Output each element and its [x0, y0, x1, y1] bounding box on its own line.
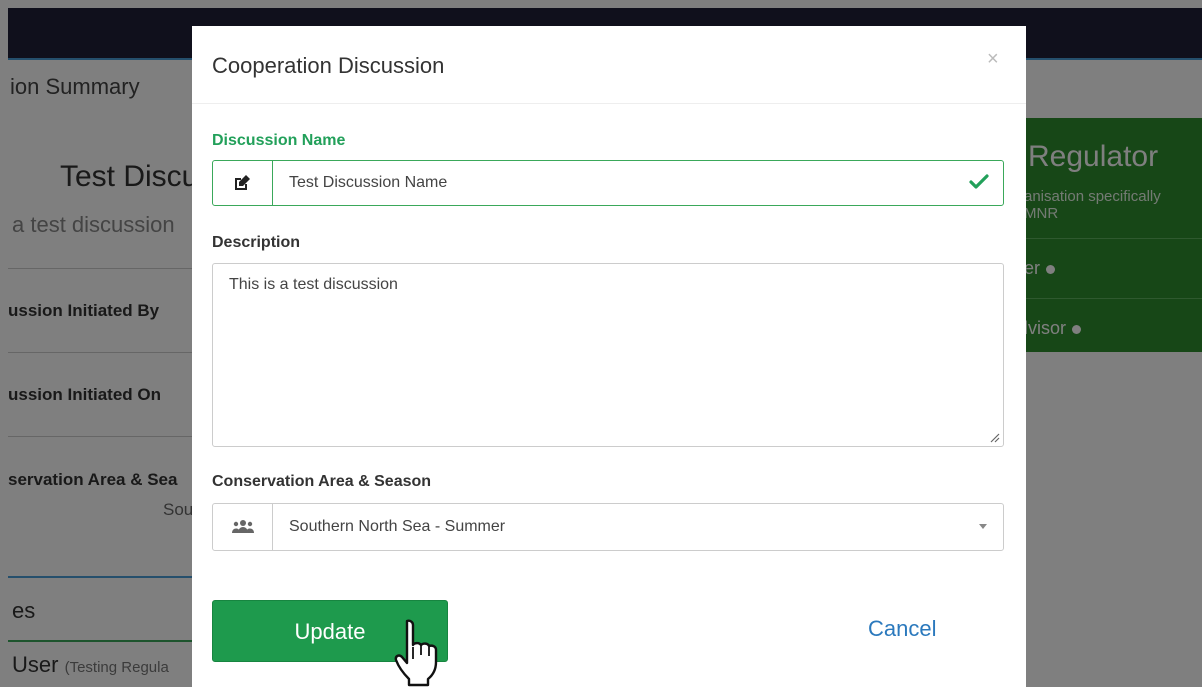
description-textarea[interactable]: This is a test discussion	[212, 263, 1004, 447]
description-value: This is a test discussion	[229, 276, 398, 293]
discussion-name-label: Discussion Name	[212, 132, 346, 149]
area-season-addon	[213, 504, 273, 550]
discussion-name-value: Test Discussion Name	[289, 174, 448, 191]
edit-icon	[235, 175, 250, 190]
area-season-value: Southern North Sea - Summer	[289, 518, 506, 535]
area-season-label: Conservation Area & Season	[212, 473, 432, 490]
cancel-button[interactable]: Cancel	[868, 616, 936, 642]
description-label: Description	[212, 234, 301, 251]
caret-down-icon	[979, 524, 987, 529]
resize-handle-icon[interactable]	[988, 431, 1000, 443]
area-season-select[interactable]: Southern North Sea - Summer	[212, 503, 1004, 551]
users-icon	[232, 520, 254, 533]
discussion-name-addon	[213, 161, 273, 205]
check-icon	[969, 174, 989, 189]
modal-title: Cooperation Discussion	[212, 53, 445, 78]
hand-pointer-icon	[394, 619, 438, 687]
close-icon[interactable]: ×	[987, 48, 999, 71]
cooperation-discussion-modal: Cooperation Discussion × Discussion Name…	[192, 26, 1026, 687]
discussion-name-input[interactable]: Test Discussion Name	[212, 160, 1004, 206]
modal-header: Cooperation Discussion ×	[192, 26, 1026, 104]
